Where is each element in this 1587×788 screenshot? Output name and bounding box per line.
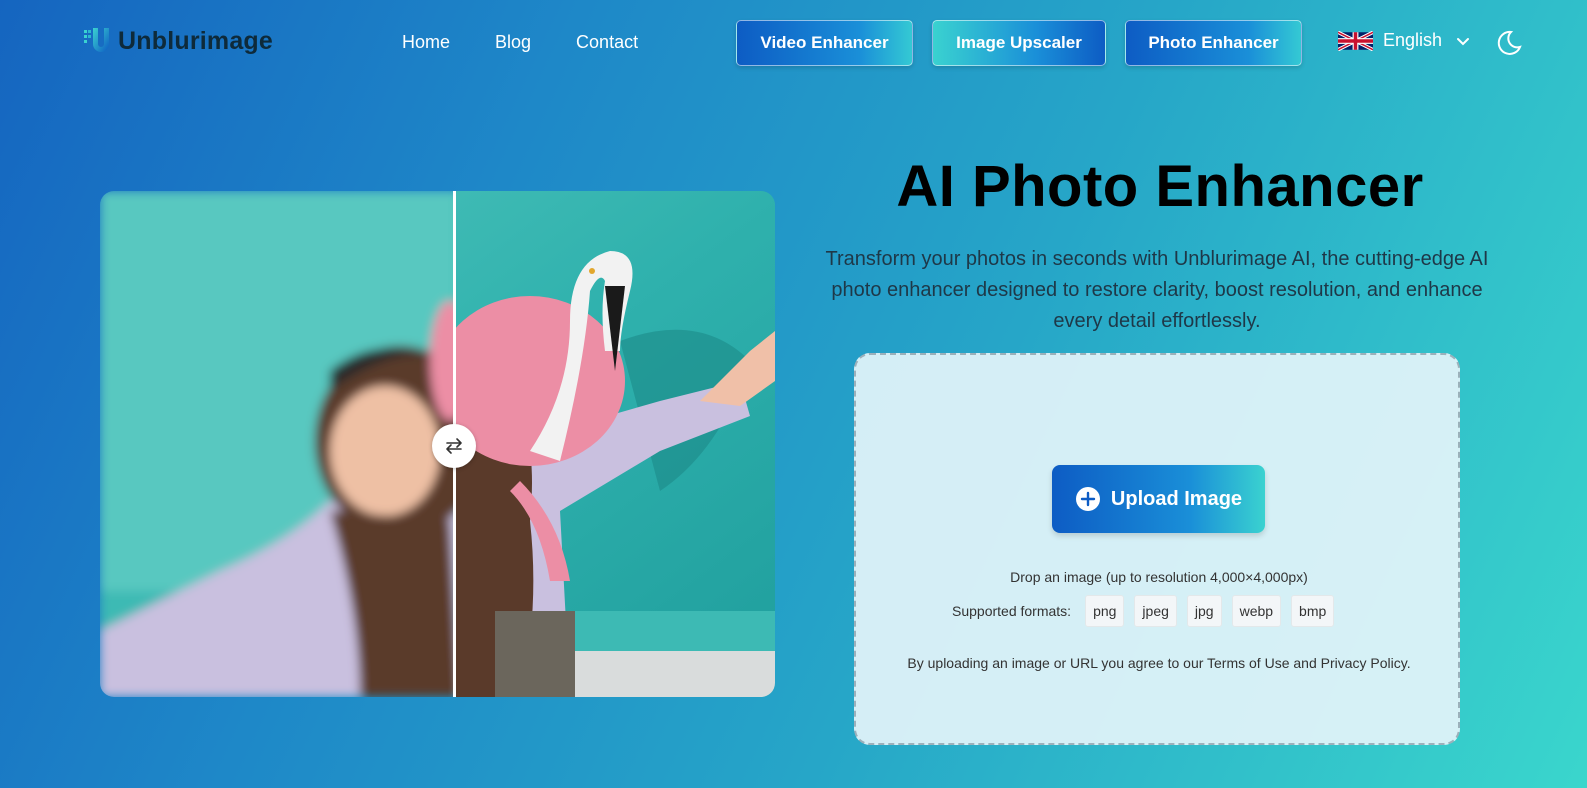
format-chip-webp: webp xyxy=(1231,595,1282,627)
site-header: Unblurimage Home Blog Contact Video Enha… xyxy=(0,0,1587,88)
logo[interactable]: Unblurimage xyxy=(82,26,273,56)
swap-arrows-icon xyxy=(446,438,462,454)
nav-home[interactable]: Home xyxy=(402,32,450,53)
nav-blog[interactable]: Blog xyxy=(495,32,531,53)
upload-image-button[interactable]: Upload Image xyxy=(1052,465,1265,533)
page-title: AI Photo Enhancer xyxy=(896,154,1424,219)
drop-instructions: Drop an image (up to resolution 4,000×4,… xyxy=(1010,569,1308,585)
format-chip-bmp: bmp xyxy=(1291,595,1335,627)
main-nav: Home Blog Contact xyxy=(402,32,638,53)
video-enhancer-button[interactable]: Video Enhancer xyxy=(736,20,913,66)
image-upscaler-button[interactable]: Image Upscaler xyxy=(932,20,1106,66)
terms-notice: By uploading an image or URL you agree t… xyxy=(907,655,1411,671)
format-chip-png: png xyxy=(1085,595,1125,627)
logo-text: Unblurimage xyxy=(118,26,273,55)
chevron-down-icon xyxy=(1457,37,1470,45)
plus-circle-icon xyxy=(1075,487,1100,511)
comparison-handle[interactable] xyxy=(432,424,476,468)
photo-enhancer-button[interactable]: Photo Enhancer xyxy=(1125,20,1302,66)
upload-button-label: Upload Image xyxy=(1110,487,1243,510)
moon-icon[interactable] xyxy=(1496,30,1522,56)
format-chip-jpg: jpg xyxy=(1186,595,1222,627)
formats-label: Supported formats: xyxy=(952,603,1072,619)
page-subtitle: Transform your photos in seconds with Un… xyxy=(825,248,1489,332)
logo-icon xyxy=(84,28,109,52)
upload-dropzone[interactable]: Upload Image Drop an image (up to resolu… xyxy=(854,353,1460,745)
language-selector[interactable]: English xyxy=(1338,30,1470,51)
language-label: English xyxy=(1383,30,1443,50)
before-after-comparison[interactable] xyxy=(100,191,775,697)
nav-contact[interactable]: Contact xyxy=(576,32,638,53)
supported-formats: Supported formats: png jpeg jpg webp bmp xyxy=(952,595,1335,627)
uk-flag-icon xyxy=(1338,30,1373,51)
format-chip-jpeg: jpeg xyxy=(1134,595,1177,627)
